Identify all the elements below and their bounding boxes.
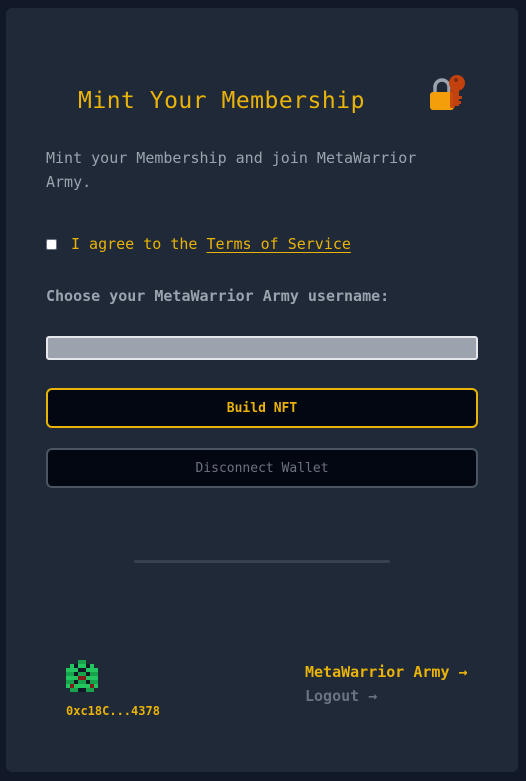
- wallet-address: 0xc18C...4378: [66, 704, 160, 718]
- username-input[interactable]: [46, 336, 478, 360]
- pixel-warrior-avatar-icon: [66, 660, 98, 692]
- description: Mint your Membership and join MetaWarrio…: [46, 149, 417, 191]
- mint-card: Mint Your Membership Mint your Membershi…: [6, 8, 518, 772]
- logout-link[interactable]: Logout →: [305, 687, 377, 705]
- lock-with-key-icon: [430, 75, 465, 110]
- terms-agreement: I agree to the Terms of Service: [46, 234, 351, 254]
- disconnect-wallet-button[interactable]: Disconnect Wallet: [46, 448, 478, 488]
- build-nft-button[interactable]: Build NFT: [46, 388, 478, 428]
- page-title: Mint Your Membership: [78, 88, 365, 114]
- terms-checkbox[interactable]: [46, 238, 57, 250]
- title-row: Mint Your Membership: [6, 74, 518, 130]
- metawarrior-army-link[interactable]: MetaWarrior Army →: [305, 663, 468, 681]
- terms-prefix: I agree to the: [71, 235, 198, 253]
- terms-of-service-link[interactable]: Terms of Service: [206, 235, 351, 253]
- divider: [134, 560, 390, 563]
- username-label: Choose your MetaWarrior Army username:: [46, 287, 390, 305]
